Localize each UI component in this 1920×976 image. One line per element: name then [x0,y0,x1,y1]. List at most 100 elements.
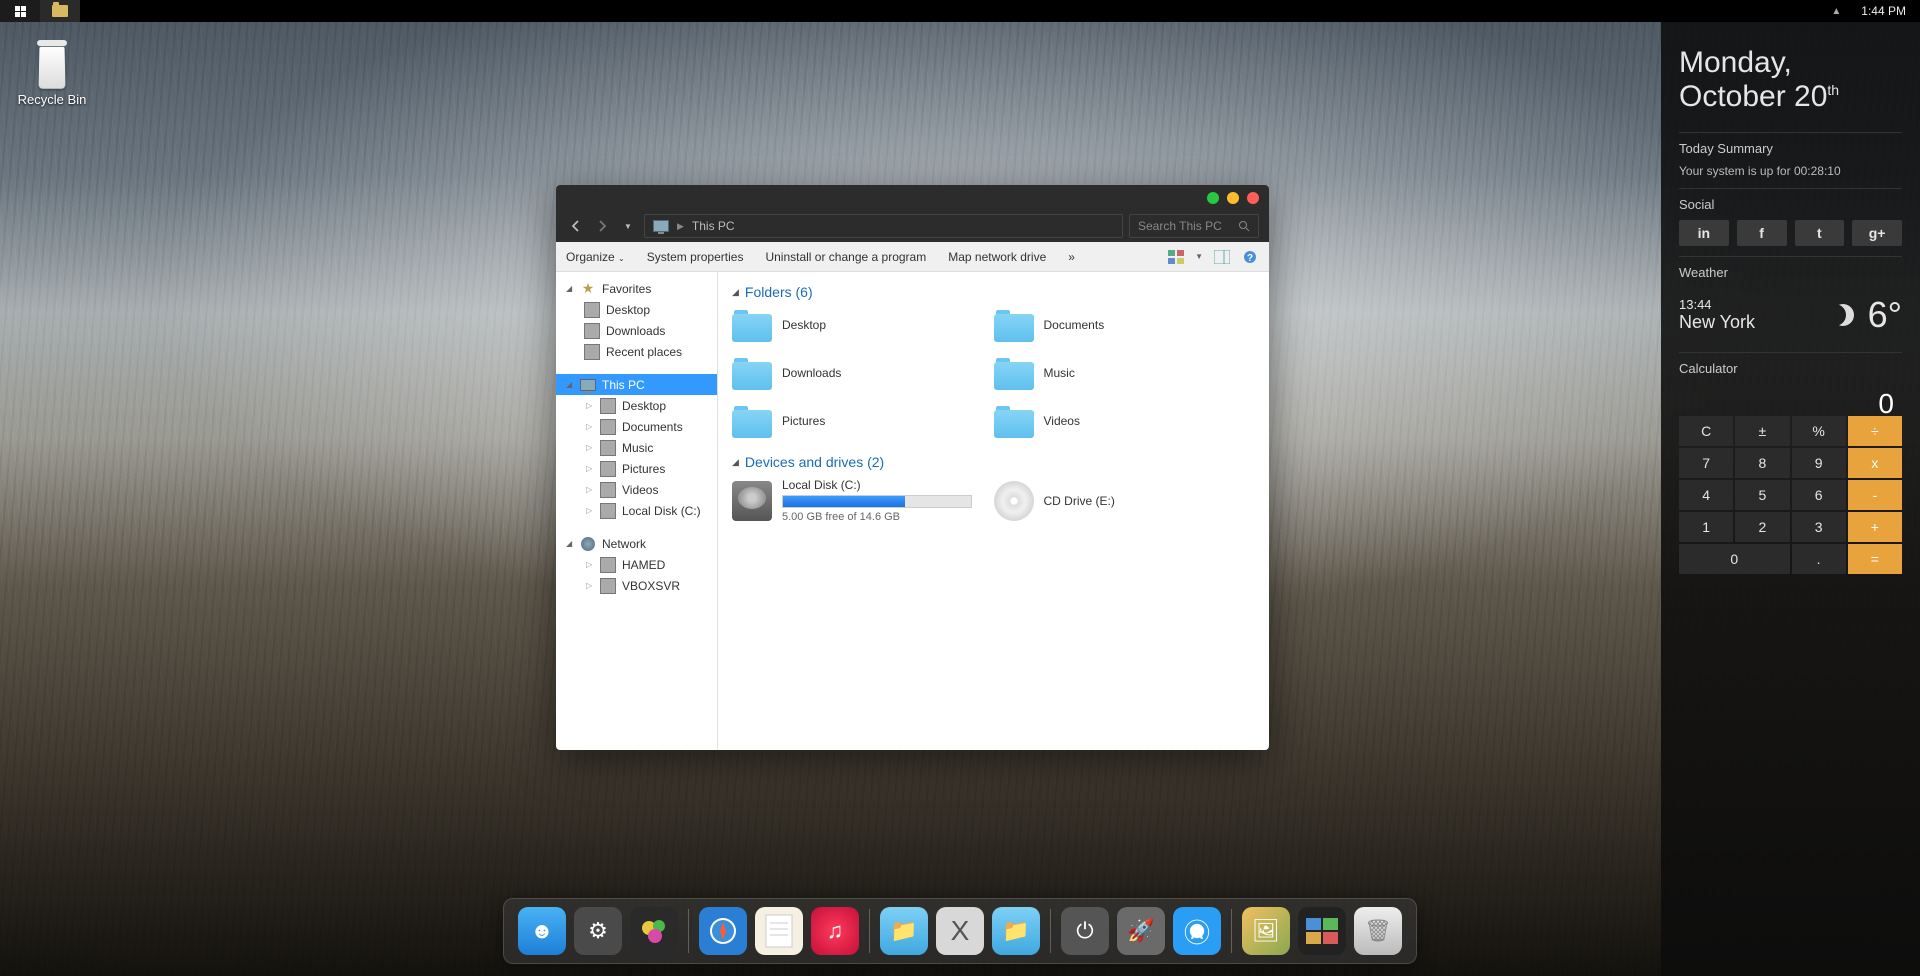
dock-trash[interactable]: 🗑 [1354,907,1402,955]
dock-itunes[interactable]: ♫ [811,907,859,955]
calc-btn-6[interactable]: 6 [1792,480,1846,510]
weather-widget[interactable]: 13:44 New York 6° [1679,288,1902,342]
back-button[interactable] [566,216,586,236]
calc-btn-x[interactable]: x [1848,448,1902,478]
calc-btn-C[interactable]: C [1679,416,1733,446]
dock-photos[interactable]: 🖼 [1242,907,1290,955]
minimize-button[interactable] [1207,192,1219,204]
taskbar-clock[interactable]: 1:44 PM [1847,4,1920,18]
explorer-taskbar-icon[interactable] [40,0,80,22]
drive-cd[interactable]: CD Drive (E:) [994,478,1256,523]
favorites-node[interactable]: ◢★Favorites [556,278,717,299]
folder-videos[interactable]: Videos [994,404,1256,438]
twitter-icon: t [1817,225,1822,241]
calc-btn-9[interactable]: 9 [1792,448,1846,478]
system-properties-button[interactable]: System properties [647,250,744,264]
dock-power[interactable]: ⏻ [1061,907,1109,955]
view-dropdown[interactable]: ▼ [1195,252,1203,261]
sidebar-item-desktop[interactable]: Desktop [556,299,717,320]
dock-notes[interactable] [755,907,803,955]
folder-icon: 📁 [890,918,917,944]
folder-desktop[interactable]: Desktop [732,308,994,342]
sidebar-item-downloads[interactable]: Downloads [556,320,717,341]
maximize-button[interactable] [1227,192,1239,204]
folder-music[interactable]: Music [994,356,1256,390]
dock-finder[interactable]: ☻ [518,907,566,955]
network-node[interactable]: ◢Network [556,533,717,554]
facebook-button[interactable]: f [1737,220,1787,246]
this-pc-node[interactable]: ◢This PC [556,374,717,395]
help-button[interactable]: ? [1241,248,1259,266]
twitter-button[interactable]: t [1795,220,1845,246]
moon-icon [1832,304,1854,326]
calc-btn-3[interactable]: 3 [1792,512,1846,542]
calc-btn-1[interactable]: 1 [1679,512,1733,542]
drive-label: CD Drive (E:) [1044,494,1115,508]
x-icon: X [951,915,970,947]
calc-btn--[interactable]: - [1848,480,1902,510]
folders-group-header[interactable]: ◢Folders (6) [732,284,1255,300]
dock-folder-1[interactable]: 📁 [880,907,928,955]
taskbar: ▲ 1:44 PM [0,0,1920,22]
sidebar-item-videos[interactable]: ▷Videos [556,479,717,500]
dock-osx[interactable]: X [936,907,984,955]
dock-safari[interactable] [699,907,747,955]
linkedin-button[interactable]: in [1679,220,1729,246]
drives-group-header[interactable]: ◢Devices and drives (2) [732,454,1255,470]
calc-btn-.[interactable]: . [1792,544,1846,574]
calc-btn-+[interactable]: + [1848,512,1902,542]
sidebar-item-documents[interactable]: ▷Documents [556,416,717,437]
sidebar-item-hamed[interactable]: ▷HAMED [556,554,717,575]
calc-btn-0[interactable]: 0 [1679,544,1790,574]
close-button[interactable] [1247,192,1259,204]
calc-btn-4[interactable]: 4 [1679,480,1733,510]
dock-folder-2[interactable]: 📁 [992,907,1040,955]
drive-label: Local Disk (C:) [782,478,972,492]
dock-appstore[interactable]: Ⓐ [1173,907,1221,955]
recycle-bin[interactable]: Recycle Bin [12,36,92,107]
uninstall-button[interactable]: Uninstall or change a program [765,250,926,264]
sidebar-item-local-disk[interactable]: ▷Local Disk (C:) [556,500,717,521]
search-box[interactable]: Search This PC [1129,214,1259,238]
folder-documents[interactable]: Documents [994,308,1256,342]
dock-launchpad[interactable]: 🚀 [1117,907,1165,955]
photo-icon: 🖼 [1252,918,1280,944]
calc-btn-2[interactable]: 2 [1735,512,1789,542]
address-bar[interactable]: ▶ This PC [644,214,1123,238]
sidebar-item-desktop-pc[interactable]: ▷Desktop [556,395,717,416]
calc-btn-%[interactable]: % [1792,416,1846,446]
view-icons-button[interactable] [1167,248,1185,266]
sidebar-item-pictures[interactable]: ▷Pictures [556,458,717,479]
drive-local-disk[interactable]: Local Disk (C:) 5.00 GB free of 14.6 GB [732,478,994,523]
calc-btn-±[interactable]: ± [1735,416,1789,446]
dock-game-center[interactable] [630,907,678,955]
start-button[interactable] [0,0,40,22]
dock-taskmgr[interactable] [1298,907,1346,955]
sidebar-item-recent[interactable]: Recent places [556,341,717,362]
dock-settings[interactable]: ⚙ [574,907,622,955]
forward-button[interactable] [592,216,612,236]
toolbar-overflow[interactable]: » [1068,250,1075,264]
googleplus-button[interactable]: g+ [1852,220,1902,246]
calc-btn-5[interactable]: 5 [1735,480,1789,510]
folder-pictures[interactable]: Pictures [732,404,994,438]
tray-overflow-icon[interactable]: ▲ [1825,6,1847,17]
sidebar-item-vboxsvr[interactable]: ▷VBOXSVR [556,575,717,596]
calc-btn-=[interactable]: = [1848,544,1902,574]
sidebar-item-music[interactable]: ▷Music [556,437,717,458]
nav-tree: ◢★Favorites Desktop Downloads Recent pla… [556,272,718,750]
appstore-icon: Ⓐ [1184,913,1210,950]
titlebar[interactable] [556,185,1269,210]
recent-dropdown[interactable]: ▼ [618,216,638,236]
folder-downloads[interactable]: Downloads [732,356,994,390]
calc-btn-8[interactable]: 8 [1735,448,1789,478]
calc-btn-7[interactable]: 7 [1679,448,1733,478]
calc-btn-÷[interactable]: ÷ [1848,416,1902,446]
organize-button[interactable]: Organize ⌄ [566,250,625,264]
map-network-button[interactable]: Map network drive [948,250,1046,264]
preview-pane-button[interactable] [1213,248,1231,266]
rocket-icon: 🚀 [1127,918,1154,944]
drive-usage-bar [782,495,972,508]
bubbles-icon [639,916,669,946]
dock-separator [1050,909,1051,953]
